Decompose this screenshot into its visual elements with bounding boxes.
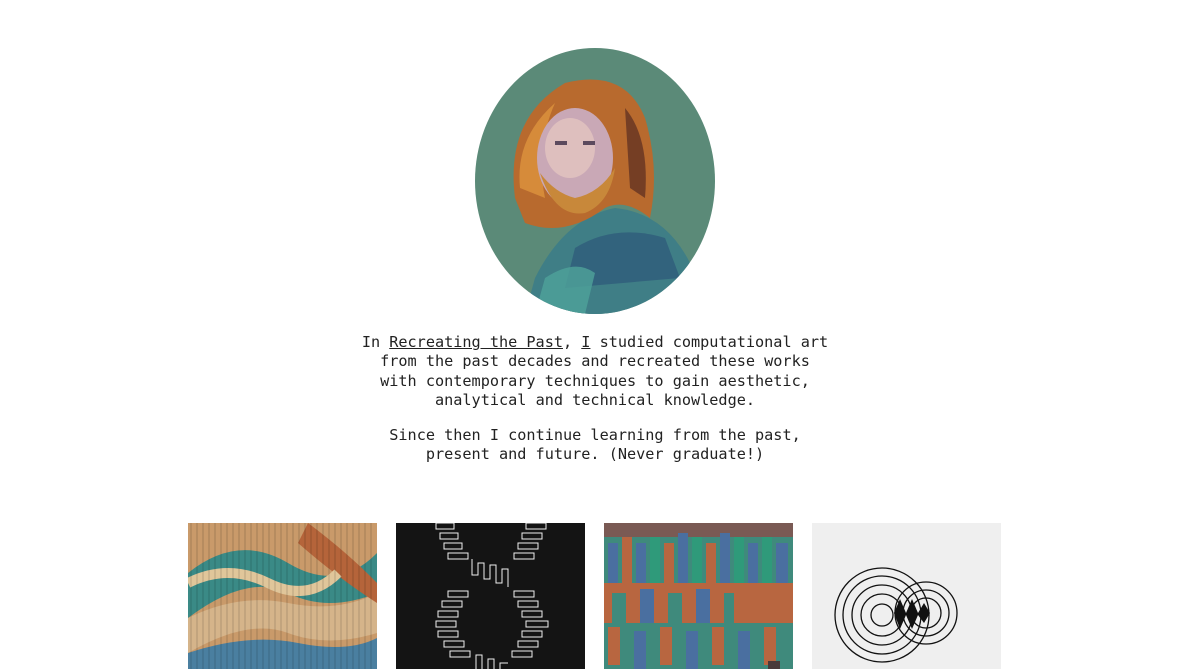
artwork-tile-color-blocks[interactable]	[604, 523, 793, 669]
intro-paragraph: In Recreating the Past, I studied comput…	[360, 333, 830, 410]
wavy-stripes-artwork-icon	[188, 523, 377, 669]
artwork-tile-maze[interactable]	[396, 523, 585, 669]
profile-portrait	[475, 48, 715, 314]
black-white-maze-artwork-icon	[396, 523, 585, 669]
intro-comma: ,	[562, 333, 582, 351]
recreating-the-past-link[interactable]: Recreating the Past	[389, 333, 563, 351]
intro-prefix: In	[361, 333, 390, 351]
concentric-circles-artwork-icon	[812, 523, 1001, 669]
artwork-gallery	[188, 523, 1001, 669]
artwork-tile-concentric-circles[interactable]	[812, 523, 1001, 669]
artwork-tile-wavy-stripes[interactable]	[188, 523, 377, 669]
color-blocks-artwork-icon	[604, 523, 793, 669]
painted-portrait-avatar-icon	[475, 48, 715, 314]
intro-paragraph-2: Since then I continue learning from the …	[389, 426, 801, 464]
